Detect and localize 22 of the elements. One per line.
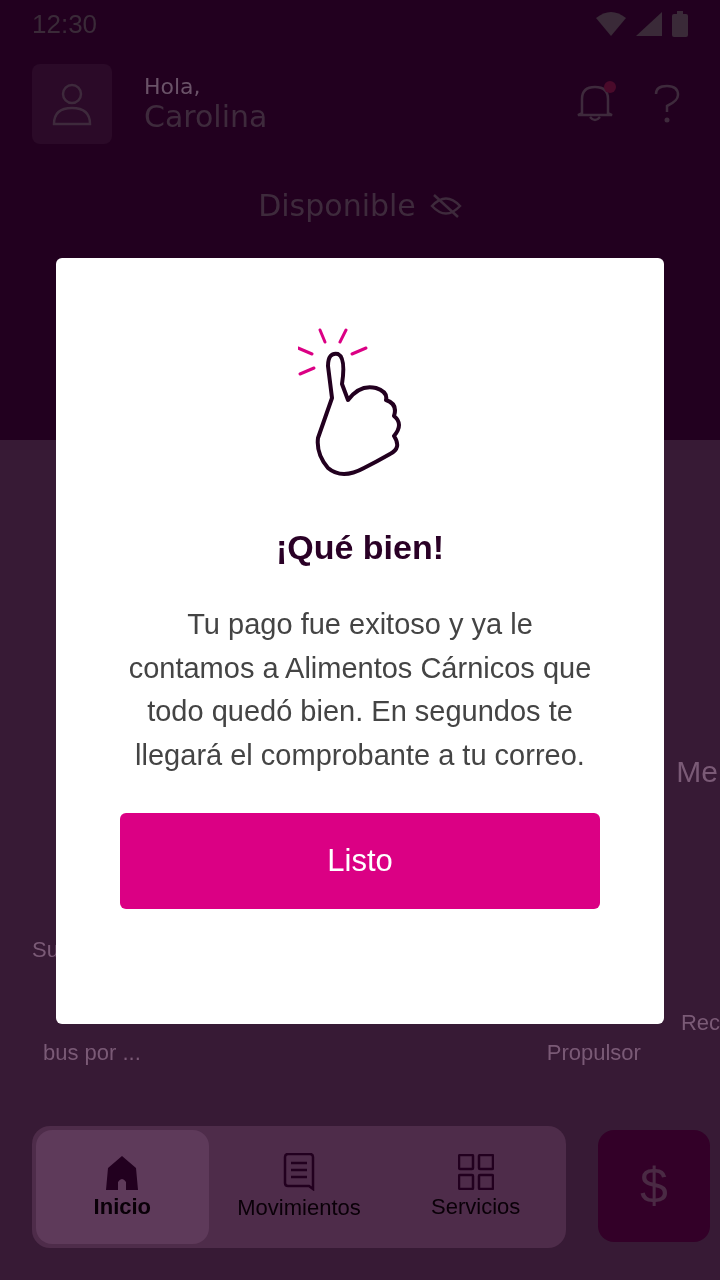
nav-tab[interactable]: Servicios <box>389 1130 562 1244</box>
nav-tab[interactable]: Movimientos <box>212 1130 386 1244</box>
shortcut-label: bus por ... <box>43 1040 141 1066</box>
hidden-eye-icon[interactable] <box>429 192 462 219</box>
shortcut-label: Me <box>676 755 719 789</box>
pay-button[interactable]: $ <box>598 1130 710 1242</box>
done-button[interactable]: Listo <box>120 813 600 909</box>
grid-icon <box>457 1154 494 1190</box>
signal-icon <box>636 12 662 36</box>
home-icon <box>104 1154 141 1190</box>
shortcut-label: Propulsor <box>546 1040 641 1066</box>
nav-tab[interactable]: Inicio <box>36 1130 209 1244</box>
help-icon[interactable] <box>654 84 680 124</box>
shortcut-label: Rec <box>680 1010 720 1036</box>
user-icon <box>52 82 92 126</box>
dialog-message: Tu pago fue exitoso y ya le contamos a Alimentos Cárnicos que todo quedó bien. En segundos te llegará el comprobante a tu correo. <box>127 607 593 773</box>
battery-icon <box>672 11 688 37</box>
document-icon <box>283 1153 315 1191</box>
dialog-title: ¡Qué bien! <box>275 528 445 567</box>
greeting-text: Hola, <box>144 74 202 99</box>
wifi-icon <box>596 12 626 36</box>
avatar-button[interactable] <box>32 64 112 144</box>
